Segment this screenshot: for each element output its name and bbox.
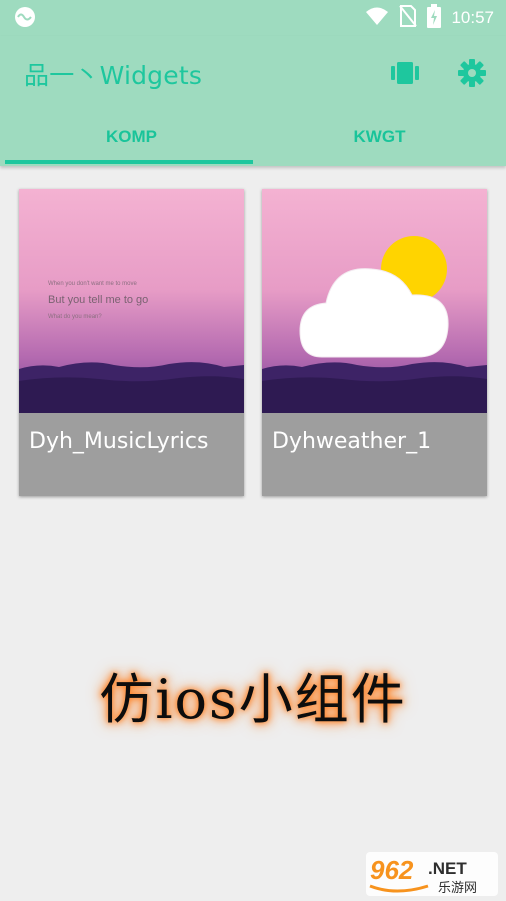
app-notification-icon (12, 6, 38, 28)
tab-komp[interactable]: KOMP (5, 112, 258, 166)
promo-text: 仿ios小组件 (99, 668, 407, 731)
widget-preview-image: When you don't want me to move But you t… (19, 189, 244, 413)
battery-charging-icon (427, 3, 442, 33)
settings-gear-icon[interactable] (457, 58, 487, 88)
svg-text:962: 962 (370, 855, 414, 885)
lyrics-line-1: When you don't want me to move (48, 281, 137, 287)
gallery-icon[interactable] (390, 58, 420, 88)
widget-preview-image (262, 189, 487, 413)
site-watermark-logo: 962 .NET 乐游网 (366, 852, 498, 896)
svg-text:.NET: .NET (428, 859, 467, 878)
status-bar: 10:57 (0, 0, 506, 36)
wifi-icon (365, 6, 389, 31)
widget-name: Dyhweather_1 (272, 429, 432, 454)
svg-text:乐游网: 乐游网 (438, 881, 477, 896)
widget-card-music-lyrics[interactable]: When you don't want me to move But you t… (19, 189, 244, 496)
widget-name: Dyh_MusicLyrics (29, 429, 209, 454)
lyrics-line-3: What do you mean? (48, 314, 102, 320)
app-title: 品一丶Widgets (24, 61, 203, 90)
tab-kwgt[interactable]: KWGT (253, 112, 506, 166)
tab-indicator (5, 160, 253, 164)
no-sim-icon (399, 4, 418, 32)
widget-card-weather[interactable]: Dyhweather_1 (262, 189, 487, 496)
lyrics-line-2: But you tell me to go (48, 294, 149, 306)
app-bar: 品一丶Widgets KOMP KWGT (0, 36, 506, 166)
status-time: 10:57 (451, 8, 494, 27)
